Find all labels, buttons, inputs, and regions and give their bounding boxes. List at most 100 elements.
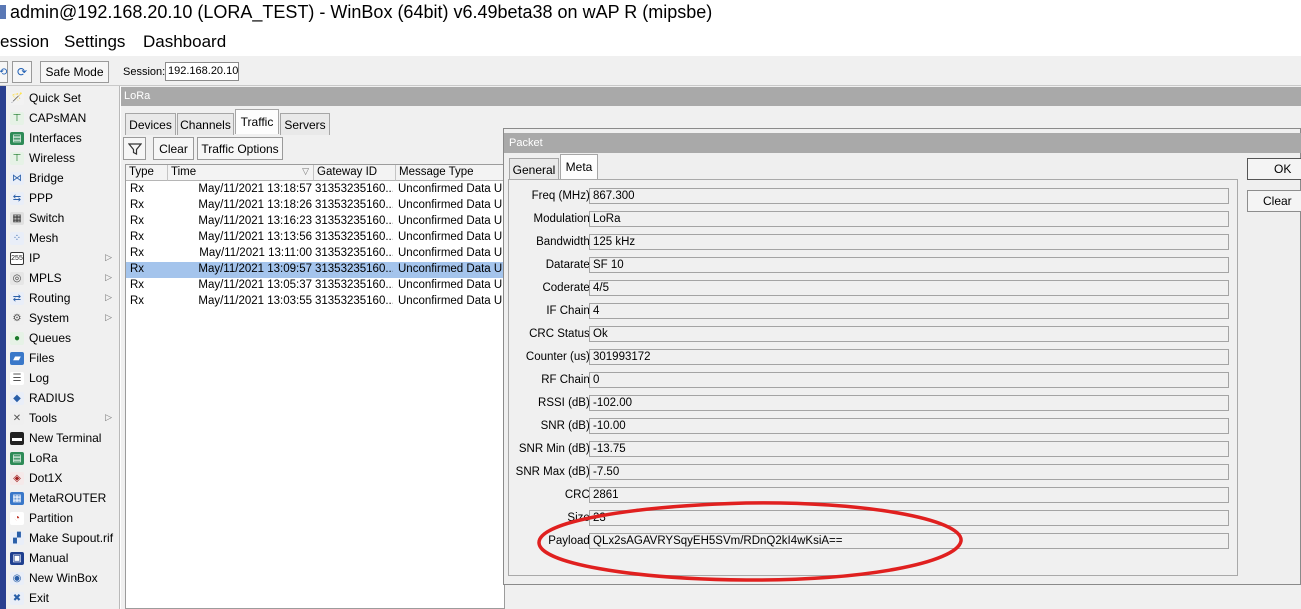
sidebar-item-label: Dot1X [29,471,63,485]
sidebar-item-capsman[interactable]: ⊤ CAPsMAN [6,108,120,128]
field-value[interactable]: -7.50 [589,464,1229,480]
redo-button[interactable]: ⟳ [12,61,32,83]
tab-meta[interactable]: Meta [560,154,598,179]
sidebar-item-radius[interactable]: ◆ RADIUS [6,388,120,408]
sidebar-item-partition[interactable]: ◔ Partition [6,508,120,528]
submenu-arrow-icon: ▷ [105,272,112,282]
table-row[interactable]: Rx May/11/2021 13:18:57 31353235160... Unco… [126,182,504,198]
submenu-arrow-icon: ▷ [105,412,112,422]
sidebar-item-label: Mesh [29,231,59,245]
cell-time: May/11/2021 13:16:23 [198,215,312,227]
sidebar-item-queues[interactable]: ● Queues [6,328,120,348]
column-header-time[interactable]: Time ▽ [168,165,314,181]
tab-servers[interactable]: Servers [280,113,330,135]
tab-traffic[interactable]: Traffic [235,109,279,134]
sidebar-item-exit[interactable]: ✖ Exit [6,588,120,608]
tab-channels[interactable]: Channels [177,113,234,135]
sidebar-item-tools[interactable]: ✕ Tools ▷ [6,408,120,428]
table-row[interactable]: Rx May/11/2021 13:03:55 31353235160... Unco… [126,294,504,310]
field-value[interactable]: 4 [589,303,1229,319]
interfaces-icon: ▤ [10,131,24,145]
sidebar-item-metarouter[interactable]: ▦ MetaROUTER [6,488,120,508]
cell-type: Rx [130,215,145,227]
field-label: Coderate: [542,282,593,294]
table-row[interactable]: Rx May/11/2021 13:18:26 31353235160... Unco… [126,198,504,214]
menu-session[interactable]: ession [0,32,49,52]
table-row[interactable]: Rx May/11/2021 13:16:23 31353235160... Unco… [126,214,504,230]
dialog-clear-button[interactable]: Clear [1247,190,1301,212]
sidebar-item-manual[interactable]: ▣ Manual [6,548,120,568]
table-row[interactable]: Rx May/11/2021 13:05:37 31353235160... Unco… [126,278,504,294]
safe-mode-button[interactable]: Safe Mode [40,61,109,83]
sidebar-item-ppp[interactable]: ⇆ PPP [6,188,120,208]
table-row[interactable]: Rx May/11/2021 13:13:56 31353235160... Unco… [126,230,504,246]
sidebar-item-interfaces[interactable]: ▤ Interfaces [6,128,120,148]
column-header-message-type[interactable]: Message Type [396,165,504,181]
field-value[interactable]: Ok [589,326,1229,342]
field-value[interactable]: 125 kHz [589,234,1229,250]
sidebar-item-files[interactable]: ▰ Files [6,348,120,368]
sidebar-item-new-winbox[interactable]: ◉ New WinBox [6,568,120,588]
session-field[interactable]: 192.168.20.10 [165,62,239,81]
field-value[interactable]: SF 10 [589,257,1229,273]
sidebar-item-make-supout-rif[interactable]: ▞ Make Supout.rif [6,528,120,548]
field-value[interactable]: 301993172 [589,349,1229,365]
sidebar-item-dot1x[interactable]: ◈ Dot1X [6,468,120,488]
cell-type: Rx [130,279,145,291]
sidebar-item-mpls[interactable]: ◎ MPLS ▷ [6,268,120,288]
red-annotation-ellipse [537,501,963,582]
sidebar-item-label: Bridge [29,171,64,185]
antenna-icon: ⊤ [10,111,24,125]
undo-button[interactable]: ⟲ [0,61,8,83]
column-header-gateway-id[interactable]: Gateway ID [314,165,396,181]
table-row[interactable]: Rx May/11/2021 13:11:00 31353235160... Unco… [126,246,504,262]
cell-gateway: 31353235160... [315,231,393,243]
field-label: RSSI (dB): [538,397,593,409]
sidebar-item-quick-set[interactable]: 🪄 Quick Set [6,88,120,108]
filter-button[interactable] [123,137,146,160]
traffic-options-button[interactable]: Traffic Options [197,137,283,160]
tab-devices[interactable]: Devices [125,113,176,135]
cell-message: Unconfirmed Data Up [398,199,502,211]
field-value[interactable]: -13.75 [589,441,1229,457]
field-label: CRC Status: [529,328,593,340]
field-value[interactable]: 4/5 [589,280,1229,296]
manual-icon: ▣ [10,551,24,565]
menu-settings[interactable]: Settings [64,32,125,52]
field-value[interactable]: 867.300 [589,188,1229,204]
sidebar-item-ip[interactable]: 255 IP ▷ [6,248,120,268]
sidebar-item-label: Interfaces [29,131,82,145]
sidebar-item-lora[interactable]: ▤ LoRa [6,448,120,468]
column-header-type[interactable]: Type [126,165,168,181]
ok-button[interactable]: OK [1247,158,1301,180]
sidebar-item-system[interactable]: ⚙ System ▷ [6,308,120,328]
field-value[interactable]: -102.00 [589,395,1229,411]
sidebar-item-label: MetaROUTER [29,491,107,505]
sidebar-item-routing[interactable]: ⇄ Routing ▷ [6,288,120,308]
field-value[interactable]: 0 [589,372,1229,388]
cell-message: Unconfirmed Data Up [398,183,502,195]
mpls-icon: ◎ [10,271,24,285]
field-value[interactable]: -10.00 [589,418,1229,434]
sidebar-item-wireless[interactable]: ⊤ Wireless [6,148,120,168]
sidebar-item-new-terminal[interactable]: ▬ New Terminal [6,428,120,448]
cell-message: Unconfirmed Data Up [398,247,502,259]
sidebar-item-log[interactable]: ☰ Log [6,368,120,388]
menu-dashboard[interactable]: Dashboard [143,32,226,52]
undo-icon: ⟲ [0,66,8,78]
sidebar-item-bridge[interactable]: ⋈ Bridge [6,168,120,188]
filter-icon [127,142,142,155]
table-row[interactable]: Rx May/11/2021 13:09:57 31353235160... Unco… [126,262,504,278]
sidebar-item-mesh[interactable]: ⁘ Mesh [6,228,120,248]
sidebar-item-label: LoRa [29,451,58,465]
sidebar-item-label: Make Supout.rif [29,531,114,545]
cell-message: Unconfirmed Data Up [398,215,502,227]
field-label: Counter (us): [525,351,593,363]
redo-icon: ⟳ [16,65,28,79]
tab-general[interactable]: General [509,158,559,180]
gear-icon: ⚙ [10,311,24,325]
cell-time: May/11/2021 13:03:55 [198,295,312,307]
field-value[interactable]: LoRa [589,211,1229,227]
clear-button[interactable]: Clear [153,137,194,160]
sidebar-item-switch[interactable]: ▦ Switch [6,208,120,228]
